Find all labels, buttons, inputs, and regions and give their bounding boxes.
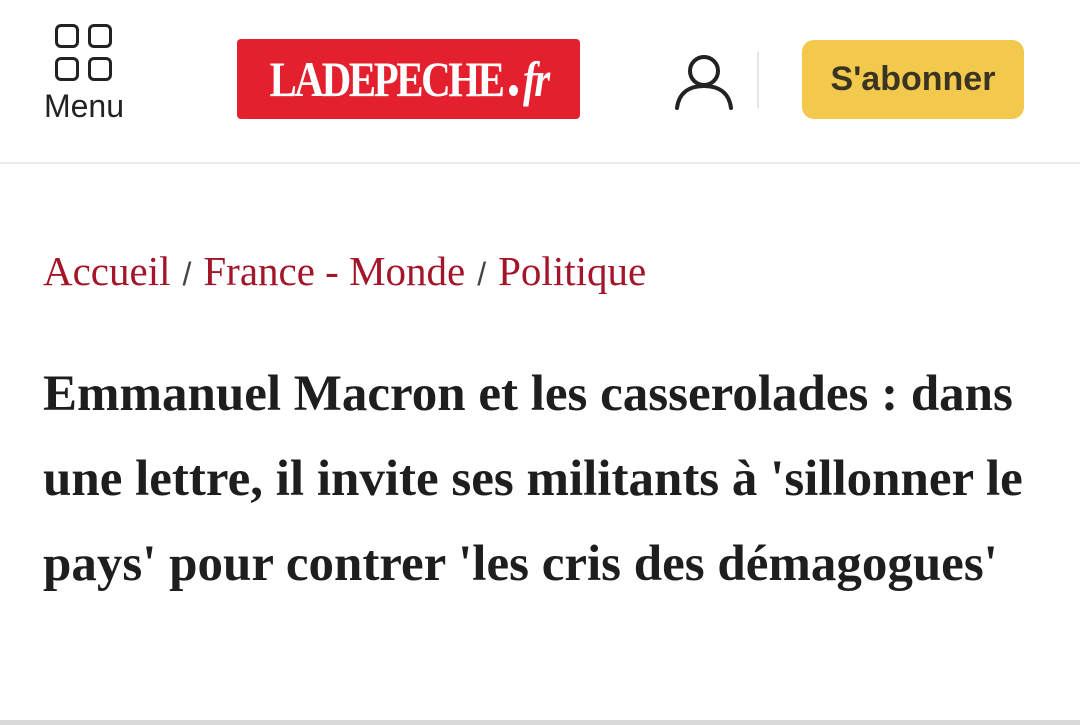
breadcrumb-separator: / [477, 256, 487, 292]
account-button[interactable] [672, 52, 736, 112]
bottom-divider [0, 720, 1080, 725]
breadcrumb-separator: / [182, 256, 192, 292]
menu-button[interactable]: Menu [30, 18, 138, 128]
menu-grid-icon [55, 24, 113, 82]
logo-suffix: fr [522, 51, 550, 107]
breadcrumb-politique[interactable]: Politique [498, 248, 646, 294]
logo-wordmark: LADEPECHE fr [269, 50, 550, 108]
user-icon [675, 55, 733, 110]
site-logo[interactable]: LADEPECHE fr [237, 39, 580, 119]
article-title: Emmanuel Macron et les casserolades : da… [43, 366, 1023, 592]
subscribe-button[interactable]: S'abonner [802, 40, 1024, 119]
menu-label: Menu [43, 88, 125, 124]
header-divider [757, 52, 759, 108]
breadcrumb: Accueil / France - Monde / Politique [43, 247, 646, 295]
logo-name: LADEPECHE [269, 51, 504, 107]
site-header: Menu LADEPECHE fr S'abonner [0, 0, 1080, 164]
breadcrumb-home[interactable]: Accueil [43, 248, 170, 294]
breadcrumb-france-monde[interactable]: France - Monde [203, 248, 465, 294]
logo-dot [508, 85, 518, 96]
